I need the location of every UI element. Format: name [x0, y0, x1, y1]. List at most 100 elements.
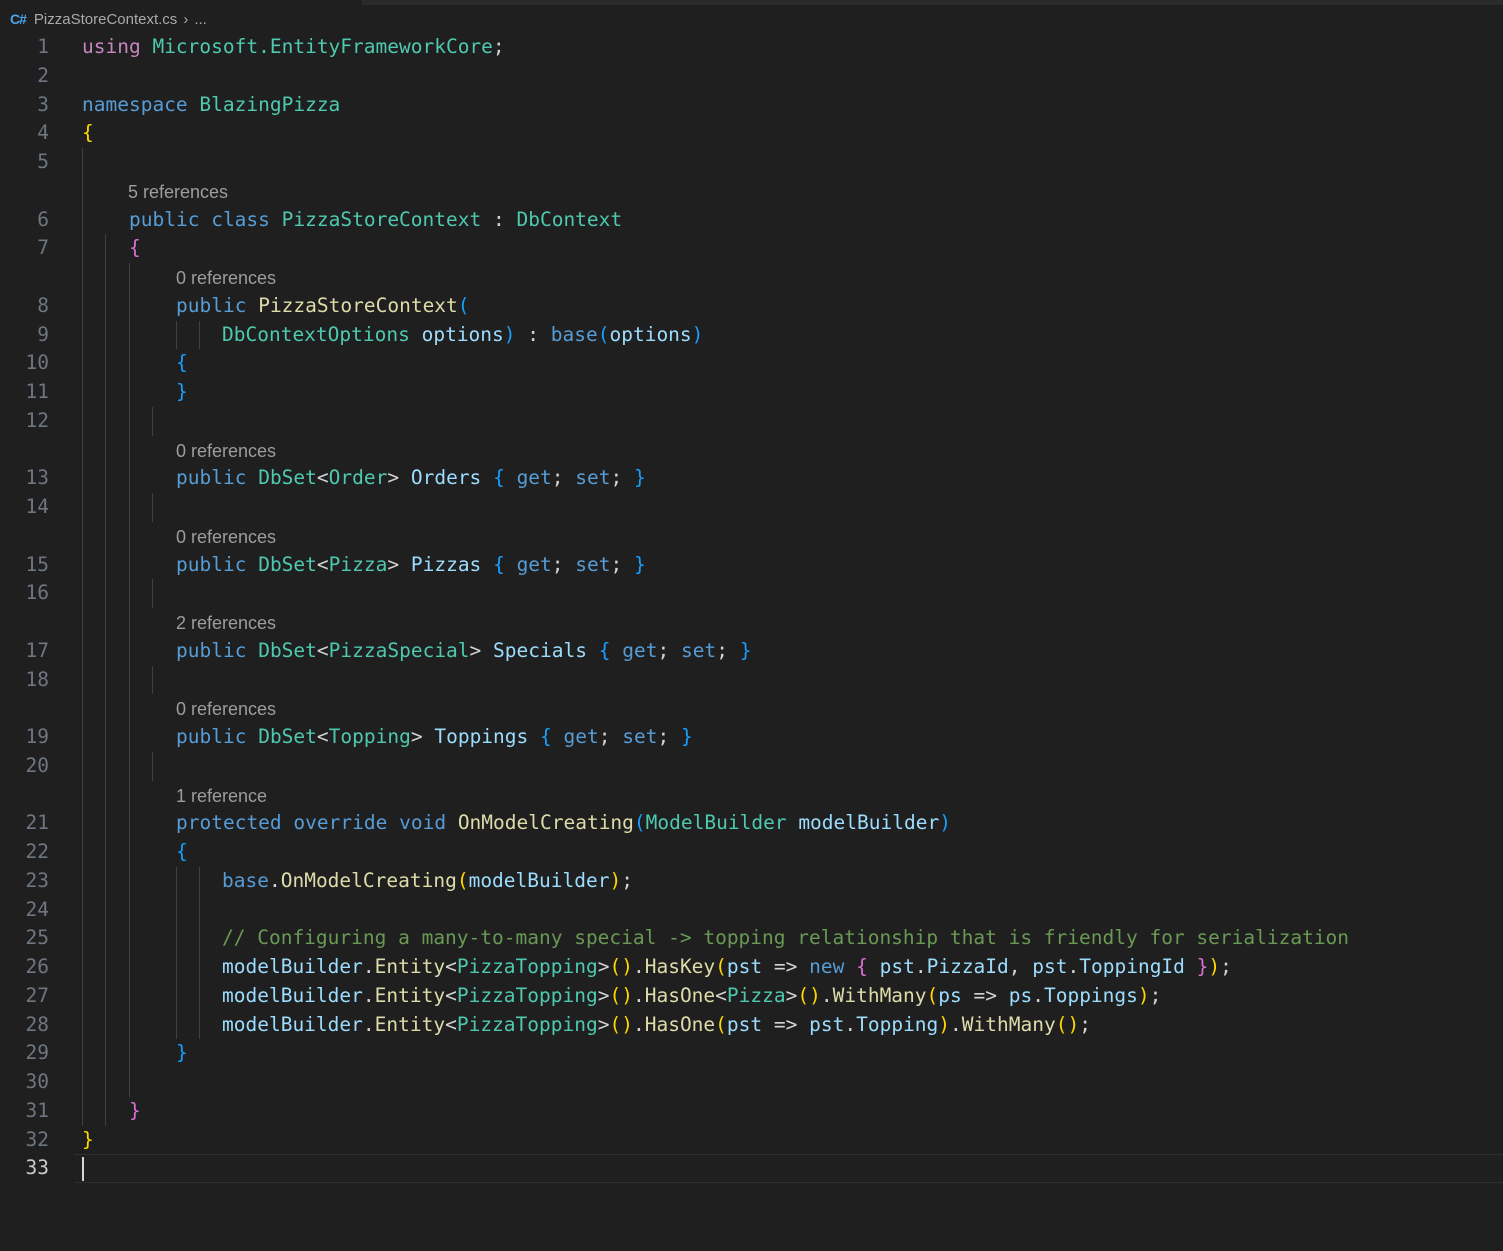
- code-line[interactable]: 15 public DbSet<Pizza> Pizzas { get; set…: [0, 550, 1503, 580]
- code-line[interactable]: 28 modelBuilder.Entity<PizzaTopping>().H…: [0, 1010, 1503, 1040]
- line-number: 21: [25, 811, 49, 835]
- indent-guide: [82, 1010, 83, 1040]
- code-line[interactable]: 17 public DbSet<PizzaSpecial> Specials {…: [0, 636, 1503, 666]
- token: DbContextOptions: [222, 322, 410, 346]
- token: namespace: [82, 92, 188, 116]
- indent-guide: [199, 924, 200, 953]
- token: >: [597, 1012, 610, 1036]
- line-number: 13: [25, 466, 49, 490]
- code-line[interactable]: 20: [0, 751, 1503, 781]
- line-number: 10: [25, 351, 49, 375]
- code-area[interactable]: 1 using Microsoft.EntityFrameworkCore; 2…: [0, 33, 1503, 1183]
- codelens-references[interactable]: 0 references: [176, 436, 276, 466]
- token: (: [597, 322, 610, 346]
- indent-guide: [129, 895, 130, 925]
- code-line[interactable]: 24: [0, 895, 1503, 925]
- token: Toppings: [434, 725, 529, 748]
- token: PizzaStoreContext: [258, 293, 458, 317]
- codelens[interactable]: 2 references: [0, 608, 1503, 637]
- code-line[interactable]: 1 using Microsoft.EntityFrameworkCore;: [0, 33, 1503, 62]
- code-text: namespace BlazingPizza: [82, 91, 340, 120]
- code-line[interactable]: 10 {: [0, 349, 1503, 378]
- indent-guide: [129, 780, 130, 810]
- line-number: 27: [25, 983, 49, 1007]
- code-line[interactable]: 25 // Configuring a many-to-many special…: [0, 924, 1503, 953]
- token: >: [410, 725, 423, 748]
- indent-guide: [152, 665, 153, 695]
- code-line[interactable]: 30: [0, 1068, 1503, 1097]
- indent-guide: [105, 981, 106, 1011]
- code-line[interactable]: 32 }: [0, 1126, 1503, 1155]
- indent-guide: [105, 378, 106, 407]
- code-line[interactable]: 14: [0, 493, 1503, 522]
- code-line[interactable]: 8 public PizzaStoreContext(: [0, 291, 1503, 321]
- codelens[interactable]: 0 references: [0, 694, 1503, 723]
- code-line[interactable]: 4 {: [0, 119, 1503, 148]
- code-line[interactable]: 5: [0, 148, 1503, 177]
- code-line[interactable]: 19 public DbSet<Topping> Toppings { get;…: [0, 723, 1503, 752]
- indent-guide: [199, 895, 200, 925]
- token: ): [1137, 983, 1150, 1007]
- code-line[interactable]: 18: [0, 665, 1503, 695]
- code-line[interactable]: 3 namespace BlazingPizza: [0, 91, 1503, 120]
- token: >: [785, 983, 798, 1007]
- code-line[interactable]: 22 {: [0, 838, 1503, 867]
- code-line[interactable]: 29 }: [0, 1039, 1503, 1068]
- breadcrumb-file[interactable]: PizzaStoreContext.cs: [34, 11, 177, 28]
- code-line[interactable]: 12: [0, 406, 1503, 436]
- token: .: [362, 955, 375, 978]
- code-line[interactable]: 9 DbContextOptions options) : base(optio…: [0, 320, 1503, 350]
- indent-guide: [129, 694, 130, 723]
- indent-guide: [82, 320, 83, 350]
- indent-guide: [105, 406, 106, 436]
- codelens-references[interactable]: 2 references: [176, 608, 276, 638]
- code-editor[interactable]: C# PizzaStoreContext.cs › ... 1 using Mi…: [0, 0, 1503, 1251]
- token: }: [176, 380, 188, 403]
- code-line[interactable]: 16: [0, 579, 1503, 608]
- code-line[interactable]: 13 public DbSet<Order> Orders { get; set…: [0, 464, 1503, 493]
- token: :: [515, 322, 551, 346]
- codelens[interactable]: 1 reference: [0, 780, 1503, 811]
- token: DbSet: [258, 552, 317, 576]
- token: WithMany: [961, 1012, 1056, 1036]
- token: get: [622, 638, 658, 662]
- codelens[interactable]: 5 references: [0, 176, 1503, 207]
- codelens-references[interactable]: 0 references: [176, 263, 276, 293]
- codelens-references[interactable]: 5 references: [128, 177, 228, 207]
- indent-guide: [105, 723, 106, 752]
- token: Microsoft.EntityFrameworkCore: [152, 35, 493, 58]
- current-code-line[interactable]: 33: [0, 1154, 1503, 1183]
- token: pst: [1032, 955, 1068, 978]
- code-line[interactable]: 2: [0, 62, 1503, 91]
- code-line[interactable]: 21 protected override void OnModelCreati…: [0, 809, 1503, 838]
- token: ): [691, 322, 704, 346]
- breadcrumb-more[interactable]: ...: [194, 11, 207, 28]
- token: .: [914, 955, 927, 978]
- line-number: 25: [25, 926, 49, 950]
- token: public: [176, 638, 247, 662]
- codelens[interactable]: 0 references: [0, 521, 1503, 552]
- indent-guide: [82, 205, 83, 235]
- line-number: 15: [25, 552, 49, 576]
- codelens-references[interactable]: 0 references: [176, 694, 276, 724]
- code-text: }: [176, 1039, 188, 1068]
- token: base: [222, 868, 269, 892]
- indent-guide: [82, 176, 83, 206]
- code-line[interactable]: 27 modelBuilder.Entity<PizzaTopping>().H…: [0, 981, 1503, 1011]
- token: }: [82, 1127, 94, 1151]
- codelens[interactable]: 0 references: [0, 435, 1503, 466]
- code-line[interactable]: 7 {: [0, 234, 1503, 263]
- code-line[interactable]: 6 public class PizzaStoreContext : DbCon…: [0, 205, 1503, 235]
- code-line[interactable]: 23 base.OnModelCreating(modelBuilder);: [0, 866, 1503, 896]
- code-text: public DbSet<Topping> Toppings { get; se…: [176, 723, 693, 752]
- code-line[interactable]: 11 }: [0, 378, 1503, 407]
- codelens[interactable]: 0 references: [0, 263, 1503, 292]
- codelens-references[interactable]: 1 reference: [176, 781, 267, 811]
- codelens-references[interactable]: 0 references: [176, 522, 276, 552]
- token: ;: [551, 552, 564, 576]
- code-line[interactable]: 26 modelBuilder.Entity<PizzaTopping>().H…: [0, 953, 1503, 982]
- token: (): [1055, 1012, 1080, 1036]
- code-line[interactable]: 31 }: [0, 1096, 1503, 1126]
- horizontal-scrollbar[interactable]: [362, 0, 1503, 5]
- line-number: 20: [25, 753, 49, 777]
